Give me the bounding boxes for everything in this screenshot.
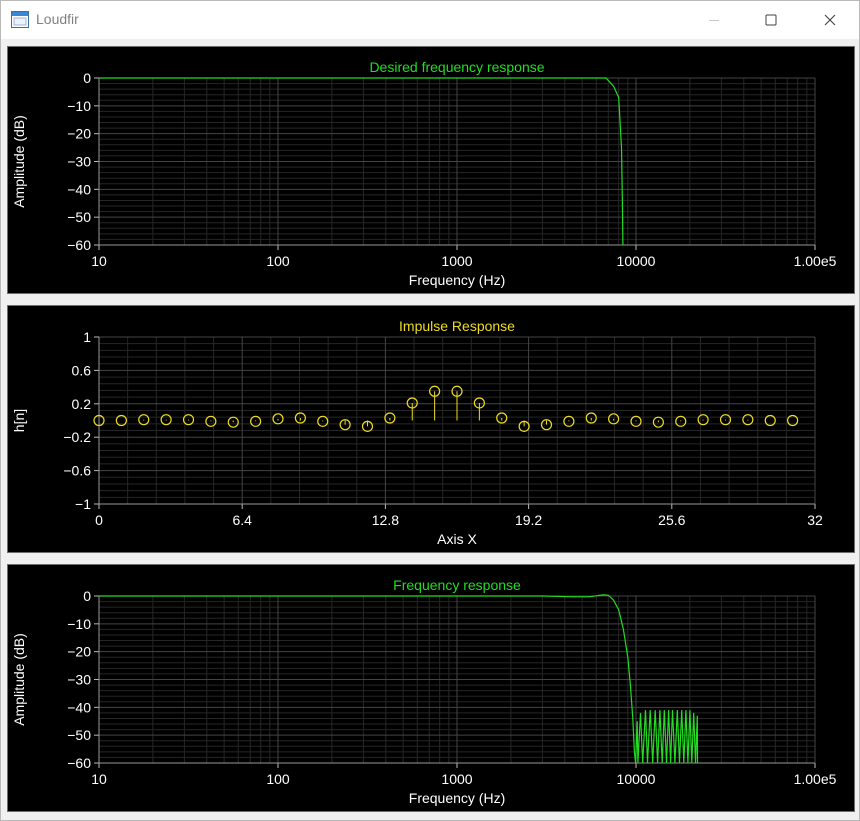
- y-tick-label: −60: [67, 755, 91, 771]
- y-tick-label: −1: [75, 496, 91, 512]
- desired-frequency-response-chart: 10 100 1000 10000 1.00e5 0 −10 −20 −30 −40 −50 −60 D…: [11, 59, 837, 288]
- desired-response-chart-panel: 10 100 1000 10000 1.00e5 0 −10 −20 −30 −40 −50 −60 D…: [7, 46, 855, 294]
- minimize-button[interactable]: [691, 1, 737, 39]
- x-tick-label: 12.8: [372, 512, 399, 528]
- stem-marker: [384, 412, 396, 424]
- y-tick-label: −30: [67, 154, 91, 170]
- title-bar[interactable]: Loudfir: [1, 1, 859, 39]
- y-tick-label: −20: [67, 126, 91, 142]
- x-axis-label: Frequency (Hz): [409, 790, 505, 806]
- y-tick-label: −30: [67, 672, 91, 688]
- window-title: Loudfir: [36, 11, 79, 27]
- frequency-response-chart: 10 100 1000 10000 1.00e5 0 −10 −20 −30 −40 −50 −60 F…: [11, 577, 837, 806]
- chart-grid: [94, 77, 816, 250]
- x-tick-label: 19.2: [515, 512, 542, 528]
- y-tick-label: −10: [67, 98, 91, 114]
- maximize-button[interactable]: [748, 1, 794, 39]
- frequency-response-chart-panel: 10 100 1000 10000 1.00e5 0 −10 −20 −30 −40 −50 −60 F…: [7, 564, 855, 812]
- x-axis-label: Axis X: [437, 531, 477, 547]
- x-tick-label: 1000: [441, 771, 472, 787]
- y-tick-label: −0.2: [63, 429, 91, 445]
- impulse-response-chart: 0 6.4 12.8 19.2 25.6 32 1 0.6 0.2 −0.2 −0.6 −1 Impul…: [11, 318, 823, 547]
- y-tick-label: 0.6: [72, 362, 92, 378]
- chart-grid: [94, 595, 816, 768]
- x-tick-label: 1.00e5: [794, 771, 837, 787]
- y-tick-label: −10: [67, 616, 91, 632]
- impulse-response-chart-panel: 0 6.4 12.8 19.2 25.6 32 1 0.6 0.2 −0.2 −0.6 −1 Impul…: [7, 305, 855, 553]
- loudfir-window: Loudfir 10 100 1000 10000 1.00e5 0 −10 −20 −30 −4…: [0, 0, 860, 821]
- x-tick-label: 100: [266, 253, 290, 269]
- y-tick-label: −40: [67, 181, 91, 197]
- x-tick-label: 10: [91, 771, 107, 787]
- y-tick-label: −0.6: [63, 463, 91, 479]
- x-tick-label: 1.00e5: [794, 253, 837, 269]
- series-line: [99, 594, 699, 764]
- x-tick-label: 0: [95, 512, 103, 528]
- x-tick-label: 10000: [617, 771, 656, 787]
- x-tick-label: 1000: [441, 253, 472, 269]
- y-tick-label: −50: [67, 209, 91, 225]
- y-tick-label: 0: [83, 70, 91, 86]
- y-tick-label: 0: [83, 588, 91, 604]
- minimize-icon: [709, 20, 719, 21]
- window-app-icon: [11, 11, 29, 28]
- close-icon: [824, 14, 836, 26]
- y-tick-label: 0.2: [72, 396, 92, 412]
- y-tick-label: −50: [67, 727, 91, 743]
- y-axis-label: Amplitude (dB): [11, 633, 27, 726]
- close-button[interactable]: [807, 1, 853, 39]
- y-axis-label: Amplitude (dB): [11, 115, 27, 208]
- x-tick-label: 10000: [617, 253, 656, 269]
- y-tick-label: −60: [67, 237, 91, 253]
- x-tick-label: 100: [266, 771, 290, 787]
- x-tick-label: 25.6: [658, 512, 685, 528]
- chart-title: Frequency response: [393, 577, 521, 593]
- maximize-icon: [765, 14, 777, 26]
- stem-marker: [585, 412, 597, 424]
- chart-title: Desired frequency response: [369, 59, 544, 75]
- stem-marker: [496, 412, 508, 424]
- chart-title: Impulse Response: [399, 318, 515, 334]
- y-tick-label: −40: [67, 699, 91, 715]
- x-tick-label: 6.4: [232, 512, 252, 528]
- y-tick-label: 1: [83, 329, 91, 345]
- stem-marker: [294, 412, 306, 424]
- x-tick-label: 10: [91, 253, 107, 269]
- x-tick-label: 32: [807, 512, 823, 528]
- y-axis-label: h[n]: [11, 409, 27, 432]
- x-axis-label: Frequency (Hz): [409, 272, 505, 288]
- y-tick-label: −20: [67, 644, 91, 660]
